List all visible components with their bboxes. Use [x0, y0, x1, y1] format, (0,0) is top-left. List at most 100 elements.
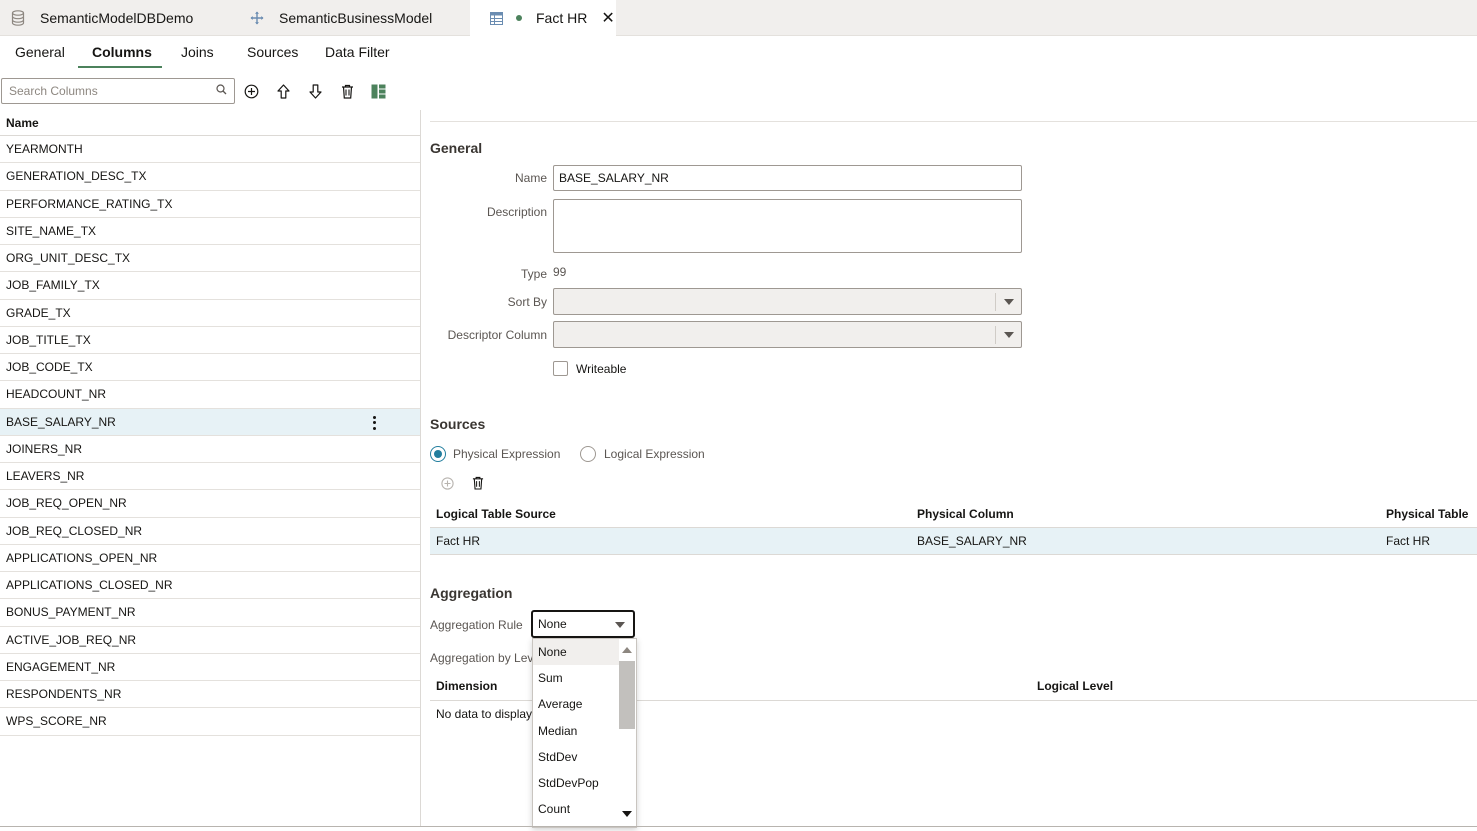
add-column-button[interactable] [241, 81, 261, 101]
dropdown-option-count[interactable]: Count [533, 796, 619, 822]
column-name: BASE_SALARY_NR [6, 414, 116, 429]
scrollbar-thumb[interactable] [619, 661, 635, 729]
list-item[interactable]: JOB_REQ_OPEN_NR [0, 490, 420, 518]
column-name: JOB_REQ_CLOSED_NR [6, 523, 143, 538]
doc-tab-semantic-business-model[interactable]: SemanticBusinessModel [249, 0, 432, 36]
search-input[interactable] [9, 84, 216, 98]
tab-data-filter[interactable]: Data Filter [325, 44, 390, 68]
general-section-title: General [430, 140, 483, 156]
chevron-down-icon[interactable] [615, 622, 625, 628]
list-item[interactable]: RESPONDENTS_NR [0, 681, 420, 709]
list-item[interactable]: ACTIVE_JOB_REQ_NR [0, 627, 420, 654]
sort-by-select[interactable] [553, 288, 1022, 315]
writeable-checkbox[interactable] [553, 361, 568, 376]
list-item[interactable]: APPLICATIONS_CLOSED_NR [0, 572, 420, 600]
list-item[interactable]: BONUS_PAYMENT_NR [0, 599, 420, 627]
column-list: YEARMONTH GENERATION_DESC_TX PERFORMANCE_R… [0, 136, 420, 736]
more-options-icon[interactable] [368, 415, 380, 431]
search-columns-field[interactable] [1, 78, 235, 104]
column-name: ENGAGEMENT_NR [6, 659, 116, 674]
delete-icon [472, 476, 484, 490]
scroll-up-icon[interactable] [622, 647, 632, 653]
list-item[interactable]: ENGAGEMENT_NR [0, 654, 420, 681]
sources-section-title: Sources [430, 416, 486, 432]
list-item[interactable]: YEARMONTH [0, 136, 420, 164]
chevron-down-icon[interactable] [995, 326, 1021, 344]
modified-dot-icon [516, 15, 522, 21]
name-field[interactable]: BASE_SALARY_NR [553, 165, 1022, 191]
description-label: Description [486, 205, 547, 219]
column-list-header[interactable]: Name [0, 110, 420, 136]
move-down-icon [308, 83, 322, 99]
column-name: LEAVERS_NR [6, 469, 85, 484]
list-item[interactable]: BASE_SALARY_NR [0, 408, 420, 436]
description-field[interactable] [553, 199, 1022, 253]
column-name: PERFORMANCE_RATING_TX [6, 196, 173, 211]
list-item[interactable]: JOB_FAMILY_TX [0, 272, 420, 300]
list-item[interactable]: JOB_CODE_TX [0, 354, 420, 382]
list-item[interactable]: PERFORMANCE_RATING_TX [0, 191, 420, 218]
physical-column-header[interactable]: Physical Column [917, 507, 1014, 521]
list-item[interactable]: HEADCOUNT_NR [0, 381, 420, 409]
dropdown-option-none[interactable]: None [533, 639, 619, 665]
list-item[interactable]: APPLICATIONS_OPEN_NR [0, 545, 420, 572]
column-name: ACTIVE_JOB_REQ_NR [6, 632, 137, 647]
aggregation-rule-dropdown[interactable]: None Sum Average Median StdDev StdDevPop… [532, 638, 637, 828]
close-icon[interactable]: ✕ [601, 8, 614, 28]
column-name: JOB_TITLE_TX [6, 332, 91, 347]
aggregation-rule-label: Aggregation Rule [430, 618, 523, 632]
physical-expression-label: Physical Expression [453, 447, 561, 461]
physical-table-header[interactable]: Physical Table [1386, 507, 1468, 521]
logical-level-header[interactable]: Logical Level [1037, 679, 1113, 693]
list-item[interactable]: SITE_NAME_TX [0, 218, 420, 245]
chevron-down-icon[interactable] [995, 293, 1021, 311]
logical-expression-label: Logical Expression [604, 447, 705, 461]
aggregation-rule-value: None [538, 617, 567, 631]
move-up-button[interactable] [273, 81, 293, 101]
dropdown-option-sum[interactable]: Sum [533, 665, 619, 691]
list-item[interactable]: JOINERS_NR [0, 436, 420, 463]
list-item[interactable]: LEAVERS_NR [0, 463, 420, 491]
tab-sources[interactable]: Sources [247, 44, 298, 68]
panel-divider[interactable] [420, 110, 421, 826]
column-name: ORG_UNIT_DESC_TX [6, 251, 131, 266]
bottom-rule [0, 826, 1477, 827]
table-cell: Fact HR [1386, 534, 1431, 548]
tab-columns[interactable]: Columns [92, 44, 152, 68]
dropdown-option-stddev[interactable]: StdDev [533, 744, 619, 770]
logical-expression-radio[interactable] [580, 446, 596, 462]
layout-toggle-button[interactable] [368, 81, 388, 101]
writeable-label: Writeable [576, 362, 627, 376]
column-name: APPLICATIONS_OPEN_NR [6, 550, 158, 565]
physical-expression-radio[interactable] [430, 446, 446, 462]
column-name: GRADE_TX [6, 305, 71, 320]
logical-table-source-header[interactable]: Logical Table Source [436, 507, 556, 521]
doc-tab-fact-hr[interactable]: Fact HR ✕ [470, 0, 616, 36]
dimension-header[interactable]: Dimension [436, 679, 497, 693]
delete-source-button[interactable] [468, 473, 488, 493]
empty-state-text: No data to display. [436, 707, 535, 721]
descriptor-column-select[interactable] [553, 321, 1022, 348]
delete-column-button[interactable] [337, 81, 357, 101]
column-name: JOB_FAMILY_TX [6, 278, 100, 293]
dropdown-option-median[interactable]: Median [533, 718, 619, 744]
add-source-button[interactable] [437, 473, 457, 493]
aggregation-rule-select[interactable]: None [531, 610, 635, 638]
column-name: SITE_NAME_TX [6, 223, 97, 238]
scroll-down-icon[interactable] [622, 811, 632, 817]
list-item[interactable]: WPS_SCORE_NR [0, 708, 420, 736]
move-arrows-icon [249, 10, 265, 26]
list-item[interactable]: JOB_TITLE_TX [0, 327, 420, 354]
doc-tab-semantic-model-db-demo[interactable]: SemanticModelDBDemo [10, 0, 193, 36]
list-item[interactable]: GENERATION_DESC_TX [0, 163, 420, 191]
dropdown-option-stddevpop[interactable]: StdDevPop [533, 770, 619, 796]
list-item[interactable]: ORG_UNIT_DESC_TX [0, 245, 420, 273]
list-item[interactable]: JOB_REQ_CLOSED_NR [0, 518, 420, 545]
dropdown-option-average[interactable]: Average [533, 691, 619, 717]
tab-joins[interactable]: Joins [181, 44, 214, 68]
type-label: Type [520, 267, 547, 281]
list-item[interactable]: GRADE_TX [0, 300, 420, 327]
search-icon[interactable] [216, 84, 227, 98]
tab-general[interactable]: General [15, 44, 65, 68]
move-down-button[interactable] [305, 81, 325, 101]
